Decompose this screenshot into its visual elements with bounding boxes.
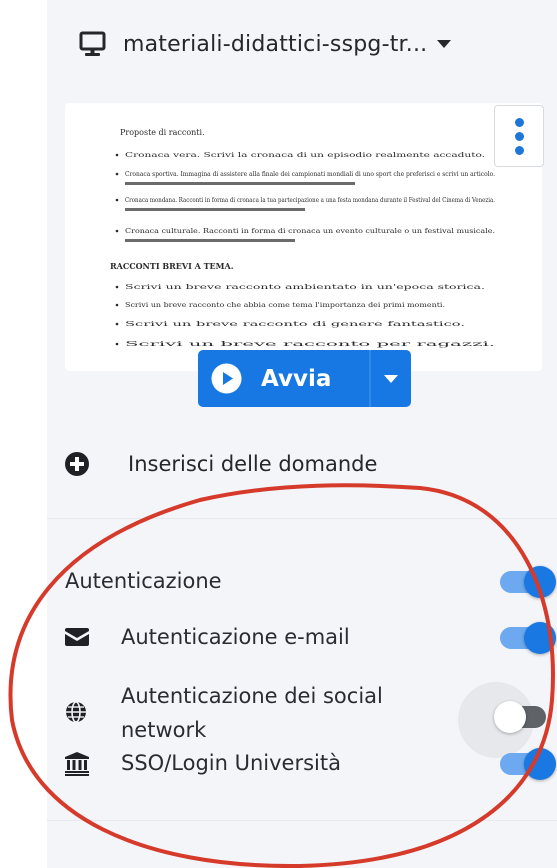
play-circle-icon [211,363,242,394]
doc-line: Scrivi un breve racconto per ragazzi. [125,341,495,348]
doc-line: Cronaca sportiva. Immagina di assistere … [125,171,495,178]
start-dropdown[interactable] [371,350,411,407]
caret-down-icon [384,374,398,383]
setting-label: Autenticazione e-mail [121,625,350,649]
setting-label: Autenticazione [65,569,222,593]
setting-social-auth: Autenticazione dei social network [65,681,557,751]
document-page: Proposte di racconti. Cronaca vera. Scri… [110,128,495,348]
envelope-icon [65,628,89,646]
doc-line: Cronaca mondana. Racconti in forma di cr… [125,197,495,204]
setting-email-auth: Autenticazione e-mail [65,616,557,660]
add-questions-label: Inserisci delle domande [128,451,378,476]
authentication-toggle[interactable] [489,560,557,604]
doc-line: Scrivi un breve racconto ambientato in u… [125,284,485,291]
doc-line: Proposte di racconti. [120,128,205,137]
kebab-menu-icon[interactable] [494,105,544,167]
start-button[interactable]: Avvia [198,350,411,407]
start-button-main[interactable]: Avvia [198,350,369,407]
doc-line: Cronaca vera. Scrivi la cronaca di un ep… [125,152,485,159]
start-label: Avvia [261,365,332,392]
doc-line: Scrivi un breve racconto di genere fanta… [125,321,465,328]
doc-heading: RACCONTI BREVI A TEMA. [110,261,234,271]
bottom-divider [47,820,557,821]
setting-label: SSO/Login Università [121,751,341,775]
email-auth-toggle[interactable] [489,616,557,660]
doc-line: Scrivi un breve racconto che abbia come … [125,302,445,309]
university-icon [65,752,89,776]
setting-authentication: Autenticazione [65,560,557,604]
file-title: materiali-didattici-sspg-tr... [123,31,428,57]
caret-down-icon[interactable] [436,36,452,52]
monitor-icon [79,31,106,56]
file-selector[interactable]: materiali-didattici-sspg-tr... [79,24,452,64]
plus-circle-icon [65,451,89,476]
social-auth-toggle[interactable] [489,695,557,739]
section-divider [47,518,557,519]
doc-line: Cronaca culturale. Racconti in forma di … [125,228,495,235]
add-questions-row[interactable]: Inserisci delle domande [65,445,377,482]
globe-icon [66,701,86,723]
sso-login-toggle[interactable] [489,742,557,786]
document-preview[interactable]: Proposte di racconti. Cronaca vera. Scri… [65,103,542,371]
setting-label-line1: Autenticazione dei social [121,684,383,708]
setting-sso-login: SSO/Login Università [65,742,557,786]
